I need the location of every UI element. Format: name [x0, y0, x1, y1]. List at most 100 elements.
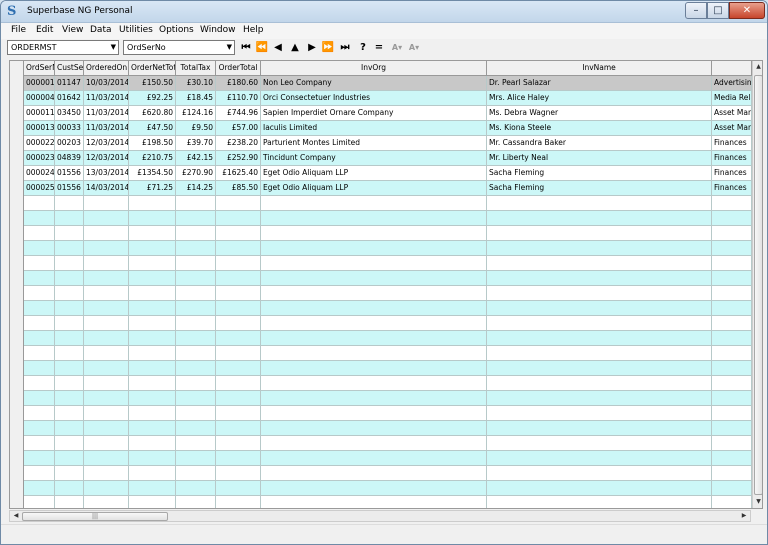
row-selector[interactable] — [10, 91, 24, 106]
table-cell[interactable] — [712, 346, 752, 361]
table-cell[interactable] — [84, 406, 129, 421]
table-cell[interactable] — [712, 211, 752, 226]
table-cell[interactable] — [176, 466, 216, 481]
table-cell[interactable]: £270.90 — [176, 166, 216, 181]
table-row[interactable]: 000023 04839 12/03/2014 £210.75 £42.15 £252.9… — [10, 151, 752, 166]
table-cell[interactable]: Finances — [712, 166, 752, 181]
empty-table-row[interactable] — [10, 391, 752, 406]
table-cell[interactable] — [261, 331, 487, 346]
empty-table-row[interactable] — [10, 301, 752, 316]
table-cell[interactable] — [261, 361, 487, 376]
table-cell[interactable] — [84, 451, 129, 466]
table-cell[interactable] — [84, 331, 129, 346]
table-cell[interactable] — [216, 361, 261, 376]
table-cell[interactable]: 11/03/2014 — [84, 106, 129, 121]
table-cell[interactable]: £18.45 — [176, 91, 216, 106]
table-cell[interactable] — [84, 421, 129, 436]
table-cell[interactable]: £110.70 — [216, 91, 261, 106]
table-cell[interactable] — [216, 346, 261, 361]
table-cell[interactable] — [712, 241, 752, 256]
table-cell[interactable]: 000013 — [24, 121, 55, 136]
column-header-totaltax[interactable]: TotalTax — [176, 61, 216, 76]
table-cell[interactable] — [24, 451, 55, 466]
table-cell[interactable]: Sacha Fleming — [487, 181, 712, 196]
table-cell[interactable]: 000022 — [24, 136, 55, 151]
table-cell[interactable]: 00033 — [55, 121, 84, 136]
table-cell[interactable] — [55, 226, 84, 241]
table-cell[interactable] — [216, 271, 261, 286]
table-cell[interactable] — [261, 376, 487, 391]
table-cell[interactable]: £620.80 — [129, 106, 176, 121]
table-cell[interactable] — [129, 316, 176, 331]
empty-table-row[interactable] — [10, 436, 752, 451]
table-cell[interactable] — [24, 286, 55, 301]
table-cell[interactable] — [261, 301, 487, 316]
empty-table-row[interactable] — [10, 241, 752, 256]
row-selector[interactable] — [10, 436, 24, 451]
table-cell[interactable] — [55, 466, 84, 481]
column-header-ordserno[interactable]: OrdSerNo — [24, 61, 55, 76]
table-cell[interactable] — [84, 436, 129, 451]
table-cell[interactable]: 000011 — [24, 106, 55, 121]
table-cell[interactable] — [84, 361, 129, 376]
table-cell[interactable] — [84, 346, 129, 361]
empty-table-row[interactable] — [10, 496, 752, 508]
table-cell[interactable] — [129, 211, 176, 226]
table-cell[interactable]: £92.25 — [129, 91, 176, 106]
table-cell[interactable] — [55, 211, 84, 226]
table-cell[interactable] — [261, 391, 487, 406]
table-cell[interactable]: £252.90 — [216, 151, 261, 166]
table-cell[interactable] — [84, 241, 129, 256]
empty-table-row[interactable] — [10, 481, 752, 496]
table-cell[interactable] — [55, 286, 84, 301]
table-cell[interactable] — [24, 241, 55, 256]
table-cell[interactable]: Parturient Montes Limited — [261, 136, 487, 151]
table-cell[interactable] — [712, 361, 752, 376]
table-cell[interactable] — [712, 451, 752, 466]
table-cell[interactable] — [216, 466, 261, 481]
table-cell[interactable] — [712, 481, 752, 496]
empty-table-row[interactable] — [10, 406, 752, 421]
table-cell[interactable]: Iaculis Limited — [261, 121, 487, 136]
table-cell[interactable] — [24, 331, 55, 346]
table-cell[interactable] — [129, 346, 176, 361]
last-record-button[interactable]: ⏭ — [338, 41, 352, 55]
menu-edit[interactable]: Edit — [36, 25, 53, 35]
table-cell[interactable] — [55, 331, 84, 346]
table-cell[interactable] — [487, 241, 712, 256]
table-cell[interactable] — [216, 211, 261, 226]
table-cell[interactable] — [129, 361, 176, 376]
table-cell[interactable] — [176, 331, 216, 346]
table-cell[interactable] — [261, 466, 487, 481]
table-cell[interactable] — [487, 286, 712, 301]
table-cell[interactable]: £198.50 — [129, 136, 176, 151]
table-cell[interactable]: £47.50 — [129, 121, 176, 136]
table-cell[interactable] — [216, 421, 261, 436]
empty-table-row[interactable] — [10, 271, 752, 286]
table-cell[interactable] — [24, 391, 55, 406]
table-cell[interactable]: £42.15 — [176, 151, 216, 166]
query-button[interactable]: ? — [357, 41, 369, 55]
row-selector[interactable] — [10, 211, 24, 226]
table-cell[interactable] — [261, 481, 487, 496]
column-header-department[interactable] — [712, 61, 752, 76]
table-cell[interactable]: £1354.50 — [129, 166, 176, 181]
table-cell[interactable] — [216, 406, 261, 421]
table-cell[interactable] — [84, 196, 129, 211]
table-cell[interactable] — [216, 436, 261, 451]
table-cell[interactable] — [176, 271, 216, 286]
table-cell[interactable] — [261, 271, 487, 286]
table-cell[interactable] — [487, 196, 712, 211]
table-cell[interactable]: Mr. Liberty Neal — [487, 151, 712, 166]
table-cell[interactable]: 12/03/2014 — [84, 151, 129, 166]
table-cell[interactable] — [712, 421, 752, 436]
table-cell[interactable] — [55, 301, 84, 316]
table-cell[interactable] — [712, 301, 752, 316]
table-cell[interactable] — [176, 286, 216, 301]
table-cell[interactable] — [55, 376, 84, 391]
table-cell[interactable] — [84, 211, 129, 226]
table-cell[interactable] — [84, 256, 129, 271]
table-cell[interactable] — [487, 346, 712, 361]
table-cell[interactable]: Ms. Debra Wagner — [487, 106, 712, 121]
table-cell[interactable] — [712, 316, 752, 331]
